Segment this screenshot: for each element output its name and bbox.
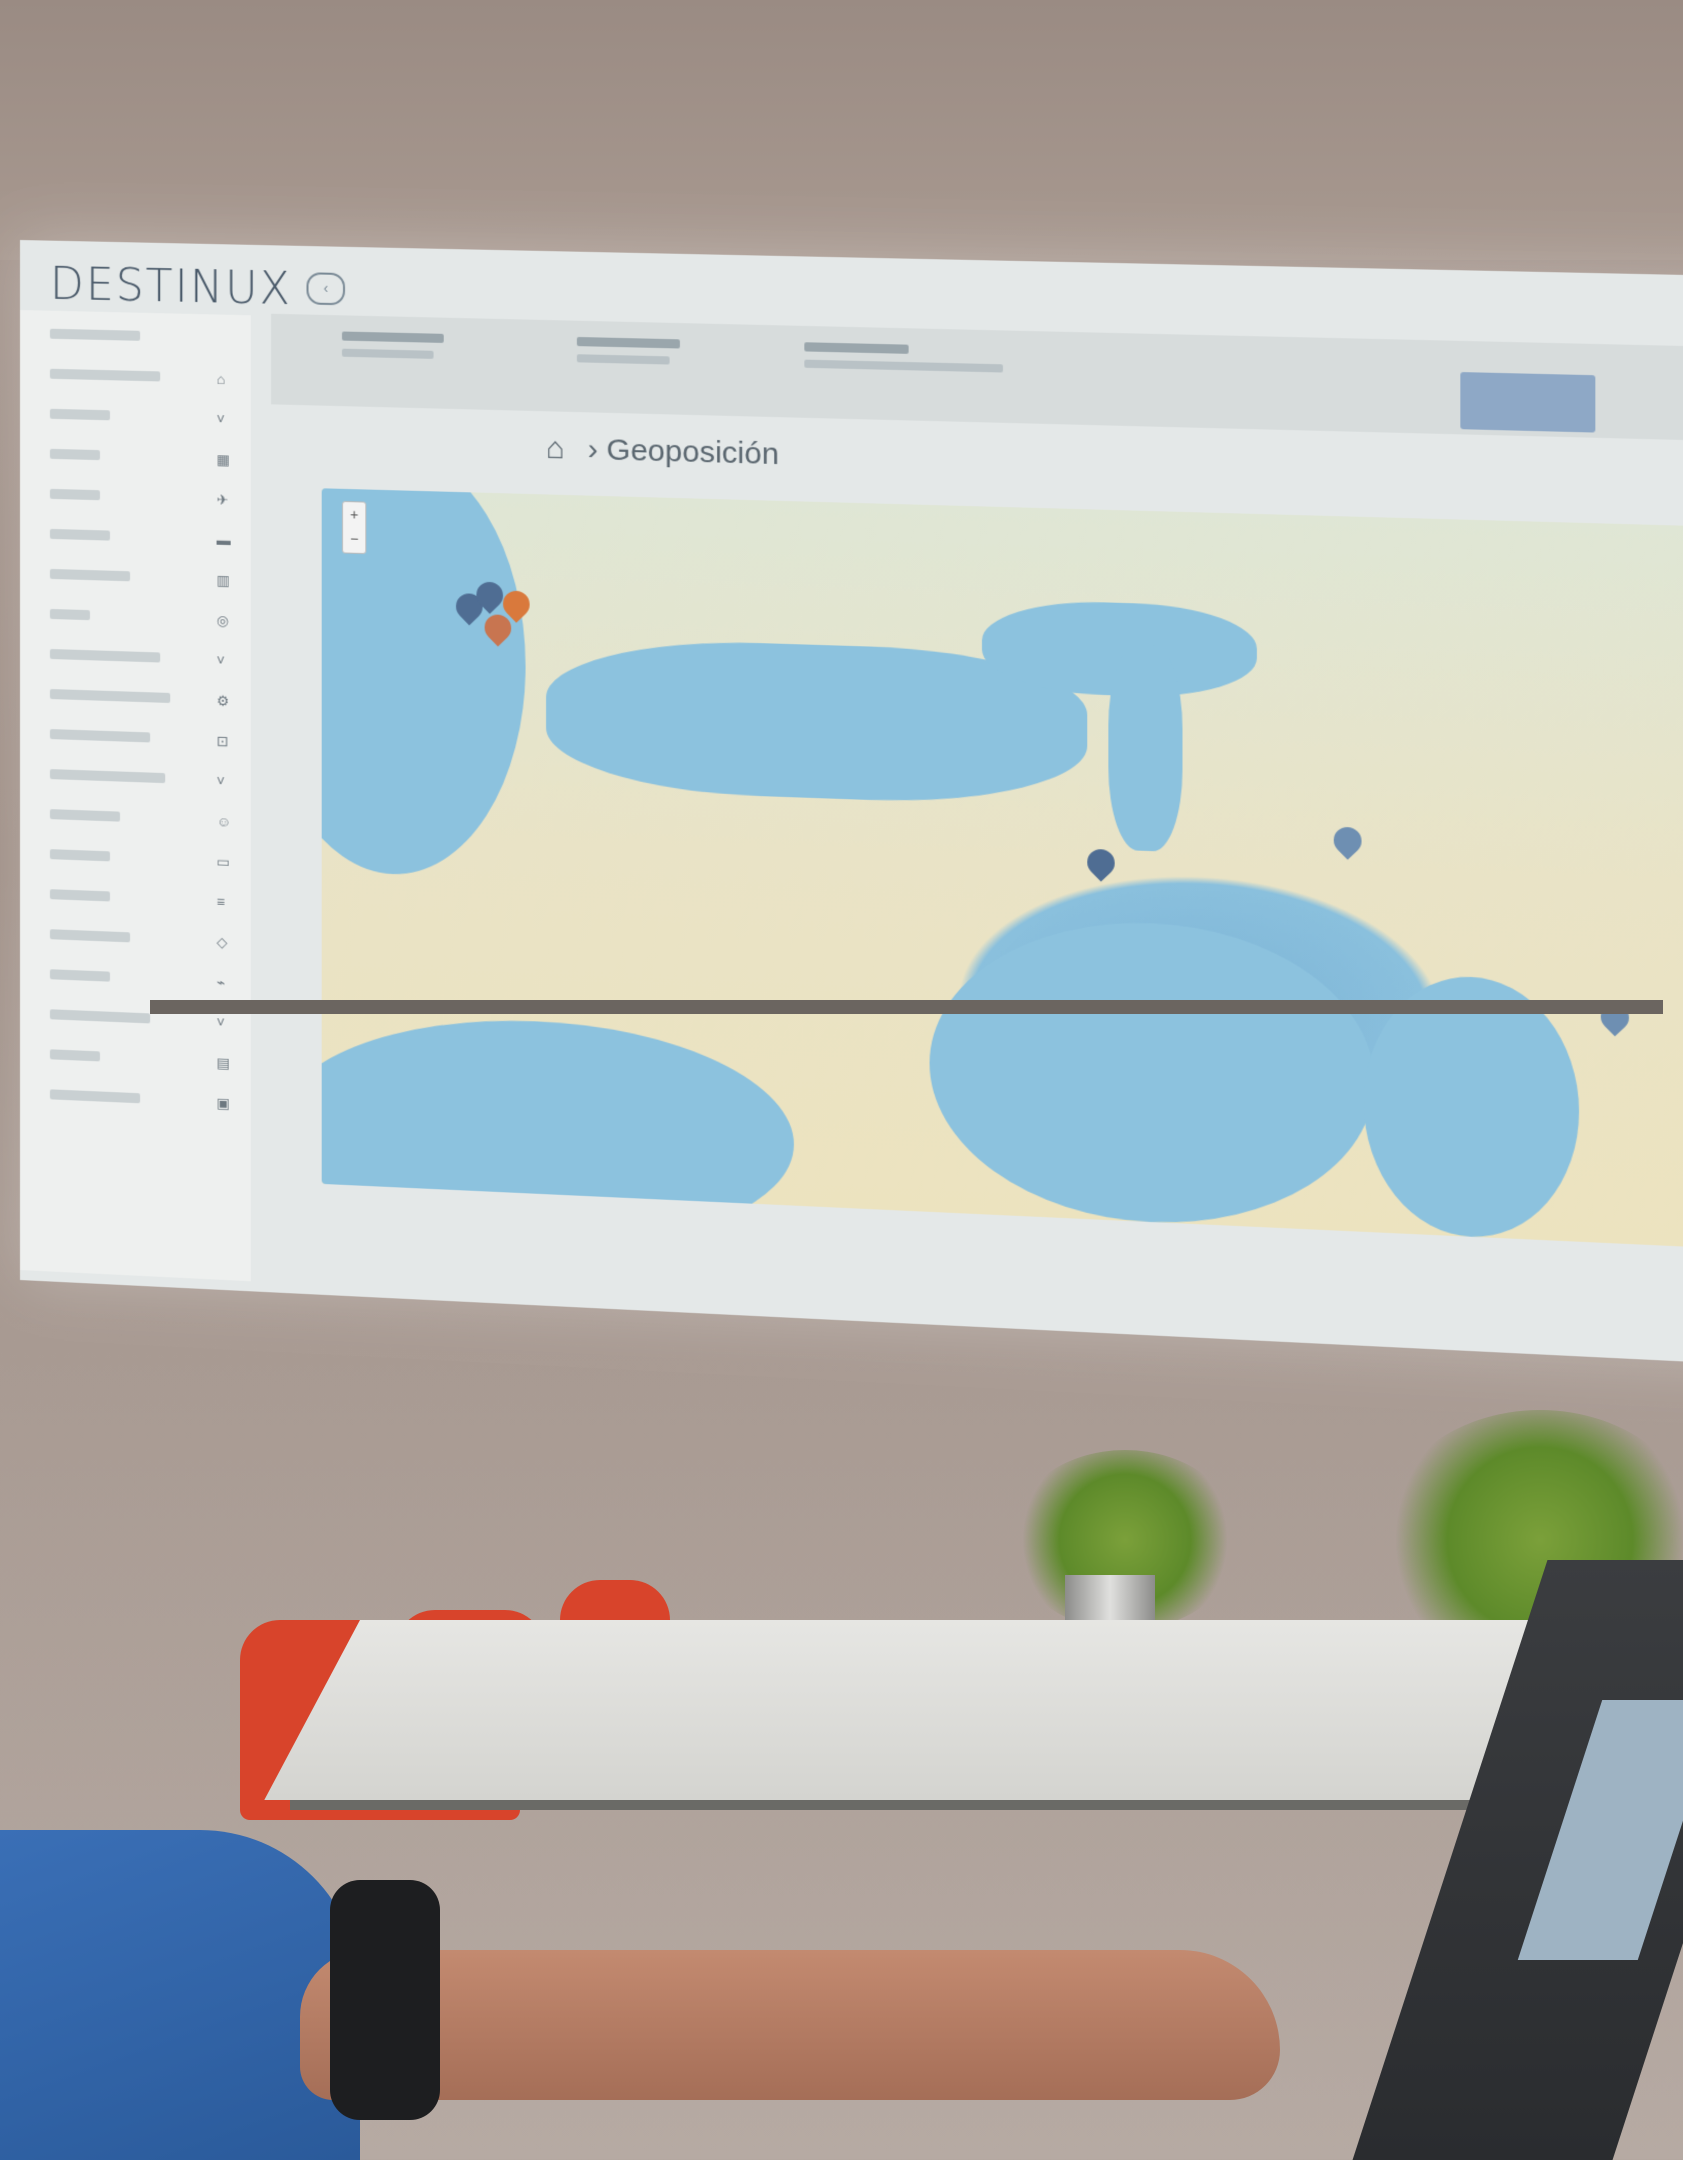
sidebar-item[interactable]: ▦ <box>40 441 241 476</box>
plane-icon: ✈ <box>217 491 233 508</box>
sidebar-item[interactable]: ◇ <box>40 921 241 959</box>
sidebar-item[interactable]: ⊡ <box>40 721 241 758</box>
zoom-out-button[interactable]: − <box>343 526 365 551</box>
meeting-table <box>264 1620 1683 1800</box>
menu-toggle-button[interactable]: ‹ <box>306 272 345 305</box>
sidebar: ⌂ ˅ ▦ ✈ ▬ ▥ ◎ ˅ ⚙ ⊡ ˅ ☺ ▭ ≡ ◇ ⌁ ˅ ▤ ▣ <box>20 310 251 1281</box>
breadcrumb-separator: › <box>588 433 598 467</box>
map-sea <box>930 915 1375 1233</box>
screen-icon: ▣ <box>217 1095 233 1112</box>
chart-icon: ⌁ <box>217 974 233 991</box>
chevron-icon: ˅ <box>217 652 233 669</box>
car-icon: ▬ <box>217 532 233 549</box>
page-title: Geoposición <box>607 433 779 471</box>
breadcrumb: ⌂ › Geoposición <box>546 432 779 473</box>
app-logo: DESTINUX <box>50 259 292 316</box>
gear-icon: ⚙ <box>217 692 233 709</box>
sidebar-item[interactable]: ˅ <box>40 641 241 678</box>
sidebar-item[interactable]: ▥ <box>40 561 241 597</box>
chevron-icon: ˅ <box>217 773 233 790</box>
sidebar-item[interactable]: ▤ <box>40 1041 241 1080</box>
projected-screen: DESTINUX ‹ ⌂ ˅ ▦ ✈ ▬ ▥ ◎ ˅ ⚙ ⊡ ˅ ☺ ▭ ≡ ◇… <box>20 240 1683 1365</box>
circle-icon: ◎ <box>217 612 233 629</box>
sidebar-item[interactable]: ⚙ <box>40 681 241 718</box>
topbar-field <box>342 331 444 359</box>
map-marker[interactable] <box>1087 849 1114 885</box>
sidebar-item[interactable]: ≡ <box>40 881 241 919</box>
zoom-control[interactable]: + − <box>342 501 366 554</box>
tag-icon: ◇ <box>217 934 233 951</box>
sidebar-item[interactable]: ˅ <box>40 761 241 798</box>
chevron-icon: ˅ <box>217 411 233 428</box>
person-hand <box>300 1950 1280 2100</box>
sidebar-item[interactable]: ˅ <box>40 401 241 436</box>
map-sea <box>1108 644 1182 853</box>
sidebar-item[interactable]: ⌂ <box>40 360 241 395</box>
sidebar-item[interactable]: ⌁ <box>40 961 241 999</box>
map-sea <box>322 1011 794 1250</box>
map[interactable]: + − <box>322 488 1683 1250</box>
sidebar-item[interactable]: ▬ <box>40 521 241 557</box>
map-marker[interactable] <box>485 614 512 649</box>
sidebar-item[interactable] <box>40 320 241 355</box>
zoom-in-button[interactable]: + <box>343 502 365 527</box>
topbar-field <box>804 342 1003 372</box>
file-icon: ▤ <box>217 1054 233 1071</box>
map-marker[interactable] <box>476 582 503 617</box>
home-icon: ⌂ <box>217 371 233 387</box>
chevron-icon: ˅ <box>217 1014 233 1031</box>
grid-icon: ▦ <box>217 451 233 468</box>
sidebar-item[interactable]: ✈ <box>40 481 241 517</box>
wall <box>0 0 1683 260</box>
sidebar-item[interactable]: ▣ <box>40 1081 241 1120</box>
topbar-action-button[interactable] <box>1460 372 1595 433</box>
sidebar-item[interactable]: ☺ <box>40 801 241 838</box>
list-icon: ≡ <box>217 894 233 911</box>
topbar-field <box>577 337 680 365</box>
card-icon: ▭ <box>217 853 233 870</box>
wristwatch <box>330 1880 440 2120</box>
top-bar <box>271 314 1683 442</box>
sidebar-item[interactable]: ◎ <box>40 601 241 637</box>
lock-icon: ⊡ <box>217 733 233 750</box>
taskbar <box>150 1000 1663 1014</box>
building-icon: ▥ <box>217 572 233 589</box>
map-marker[interactable] <box>1334 827 1362 863</box>
home-icon[interactable]: ⌂ <box>546 432 565 466</box>
user-icon: ☺ <box>217 813 233 830</box>
sidebar-item[interactable]: ▭ <box>40 841 241 879</box>
table-edge <box>290 1800 1530 1810</box>
